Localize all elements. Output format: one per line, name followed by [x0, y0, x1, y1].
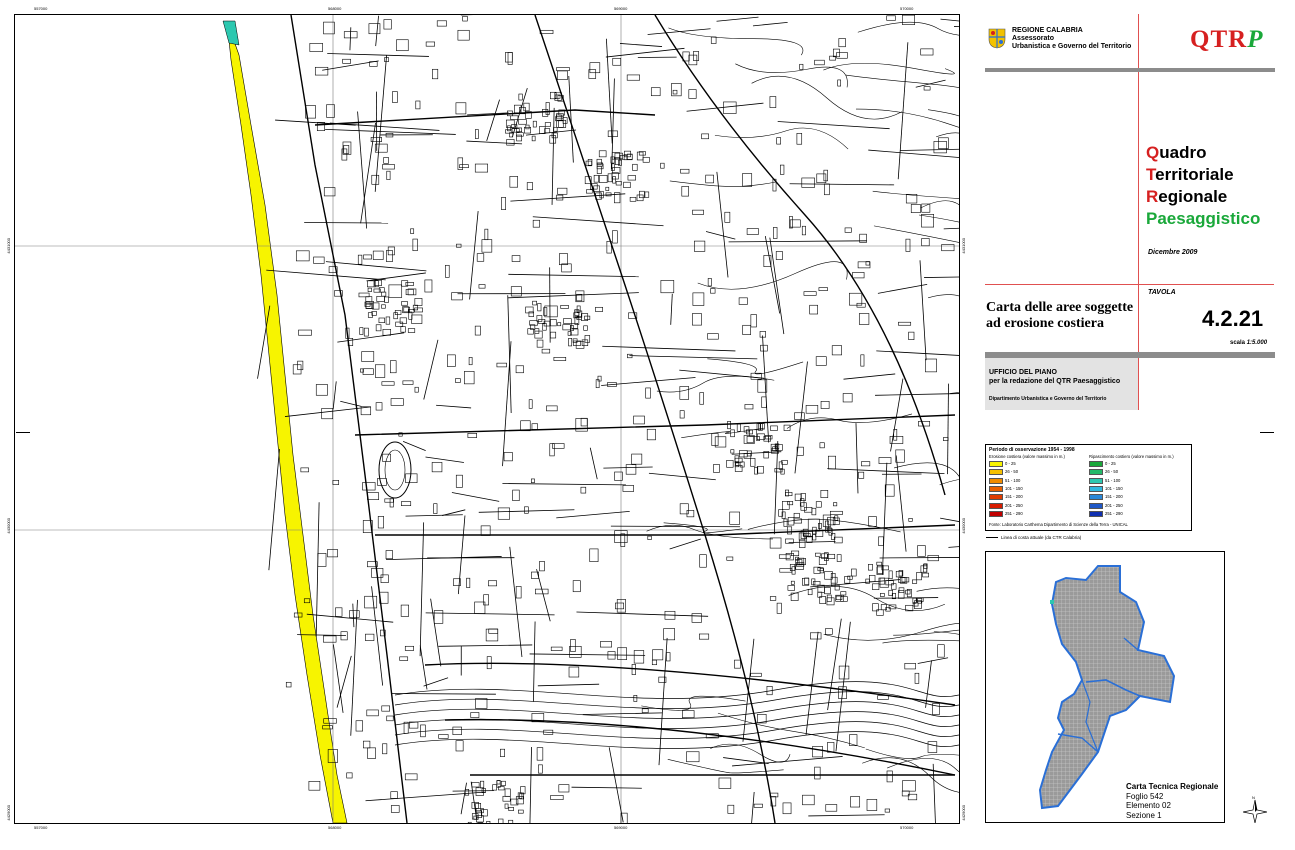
legend-erosion-5-label: 201 - 250	[1005, 502, 1023, 508]
office-line2: per la redazione del QTR Paesaggistico	[989, 378, 1121, 385]
scale-label: scala 1:5.000	[1230, 340, 1267, 346]
north-arrow-icon	[1243, 799, 1267, 823]
legend-erosion-0-label: 0 - 25	[1005, 461, 1016, 466]
inset-elemento: Elemento 02	[1126, 801, 1171, 810]
edge-tick-right	[1260, 432, 1274, 433]
inset-sezione: Sezione 1	[1126, 810, 1162, 820]
sheet-title-line1: Carta delle aree soggette	[986, 300, 1134, 315]
scale-value: 1:5.000	[1246, 340, 1268, 346]
accretion-band	[222, 20, 240, 46]
tavola-label: TAVOLA	[1148, 289, 1176, 296]
plan-title-line3: egionale	[1158, 187, 1228, 206]
region-crest-icon	[988, 28, 1006, 49]
tavola-number: 4.2.21	[1202, 306, 1264, 331]
plan-title-initial-t: T	[1146, 165, 1156, 184]
legend-accretion-4-swatch	[1089, 494, 1103, 501]
department-line2: Urbanistica e Governo del Territorio	[1012, 43, 1132, 50]
coord-top-4: 570000	[900, 6, 914, 11]
coord-right-1: 4431000	[961, 238, 966, 254]
legend-erosion-4-swatch	[989, 494, 1003, 501]
legend-accretion-header: Ripascimento costiero (valore massimo in…	[1089, 454, 1174, 459]
legend-erosion-1-label: 26 - 50	[1005, 469, 1019, 475]
region-outline	[1038, 565, 1176, 810]
plan-title-initial-r: R	[1146, 187, 1159, 206]
qtrp-logo-prefix: QTR	[1190, 26, 1248, 53]
coord-bottom-4: 570000	[900, 825, 914, 830]
scale-label-text: scala	[1230, 340, 1247, 346]
legend-source: Fonte: Laboratorio Carthema Dipartimento…	[989, 522, 1128, 527]
coord-top-3: 569000	[614, 6, 628, 11]
legend-accretion-3-swatch	[1089, 485, 1103, 492]
legend-accretion-4-label: 151 - 200	[1105, 494, 1123, 500]
inset-title: Carta Tecnica Regionale	[1126, 782, 1219, 791]
legend-erosion-3-swatch	[989, 485, 1003, 492]
coord-top-1: 557000	[34, 6, 48, 11]
qtrp-logo: QTRP	[1190, 26, 1263, 54]
office-line1: UFFICIO DEL PIANO	[989, 369, 1057, 376]
plan-title-line1: uadro	[1159, 143, 1207, 162]
legend-accretion-3-label: 101 - 150	[1105, 485, 1123, 491]
plan-date: Dicembre 2009	[1148, 249, 1198, 256]
office-line3: Dipartimento Urbanistica e Governo del T…	[989, 396, 1107, 402]
panel-divider-1	[1138, 284, 1274, 285]
legend-erosion-6-swatch	[989, 510, 1003, 517]
map-frame[interactable]	[14, 14, 960, 824]
coord-right-3: 4429000	[961, 805, 966, 821]
panel-divider-2	[985, 284, 1138, 285]
legend: Periodo di osservazione 1954 - 1998 Eros…	[985, 444, 1192, 531]
coord-left-3: 4429000	[6, 805, 11, 821]
legend-erosion-3-label: 101 - 150	[1005, 485, 1023, 491]
legend-erosion-2-label: 51 - 100	[1005, 477, 1021, 483]
coord-bottom-3: 569000	[614, 825, 628, 830]
coastline-label: Linea di costa attuale (da CTR Calabria)	[1001, 535, 1082, 540]
qtrp-logo-suffix: P	[1247, 26, 1264, 53]
legend-erosion-4-label: 151 - 200	[1005, 494, 1023, 500]
panel-divider-vertical	[1138, 14, 1139, 410]
coord-top-2: 568000	[328, 6, 342, 11]
sheet-title-line2: ad erosione costiera	[986, 316, 1104, 331]
department-line1: Assessorato	[1012, 35, 1055, 42]
legend-erosion-2-swatch	[989, 477, 1003, 484]
plan-title-line4: Paesaggistico	[1146, 209, 1261, 228]
legend-accretion-2-label: 51 - 100	[1105, 477, 1121, 483]
coord-bottom-2: 568000	[328, 825, 342, 830]
legend-title: Periodo di osservazione 1954 - 1998	[989, 447, 1075, 453]
inset-foglio: Foglio 542	[1126, 791, 1164, 801]
legend-accretion-0-label: 0 - 25	[1105, 461, 1116, 466]
legend-accretion-6-label: 251 - 290	[1105, 510, 1123, 516]
region-name: REGIONE CALABRIA	[1012, 27, 1083, 34]
north-label: N	[1252, 795, 1255, 800]
legend-erosion-0-swatch	[989, 461, 1003, 467]
header-rule	[985, 68, 1275, 72]
sheet-location-marker	[1050, 600, 1054, 604]
edge-tick-left	[16, 432, 30, 433]
inset-map: Carta Tecnica Regionale Foglio 542 Eleme…	[985, 551, 1225, 823]
legend-accretion-1-label: 26 - 50	[1105, 469, 1119, 475]
legend-accretion-6-swatch	[1089, 510, 1103, 517]
coord-left-2: 4430000	[6, 518, 11, 534]
map-canvas[interactable]	[15, 15, 959, 823]
legend-erosion-header: Erosione costiera (valore massimo in m.)	[989, 454, 1065, 459]
legend-accretion-2-swatch	[1089, 477, 1103, 484]
coord-left-1: 4431000	[6, 238, 11, 254]
legend-accretion-1-swatch	[1089, 469, 1103, 476]
legend-accretion-0-swatch	[1089, 461, 1103, 467]
plan-title-line2: erritoriale	[1155, 165, 1234, 184]
legend-accretion-5-swatch	[1089, 502, 1103, 509]
legend-erosion-1-swatch	[989, 469, 1003, 476]
legend-accretion-5-label: 201 - 250	[1105, 502, 1123, 508]
plan-title: Quadro Territoriale Regionale Paesaggist…	[1146, 142, 1260, 230]
legend-erosion-5-swatch	[989, 502, 1003, 509]
legend-erosion-6-label: 251 - 290	[1005, 510, 1023, 516]
coord-right-2: 4430000	[961, 518, 966, 534]
coastline-swatch	[986, 537, 998, 538]
coord-bottom-1: 557000	[34, 825, 48, 830]
erosion-band	[226, 20, 348, 823]
plan-title-initial-q: Q	[1146, 143, 1160, 162]
